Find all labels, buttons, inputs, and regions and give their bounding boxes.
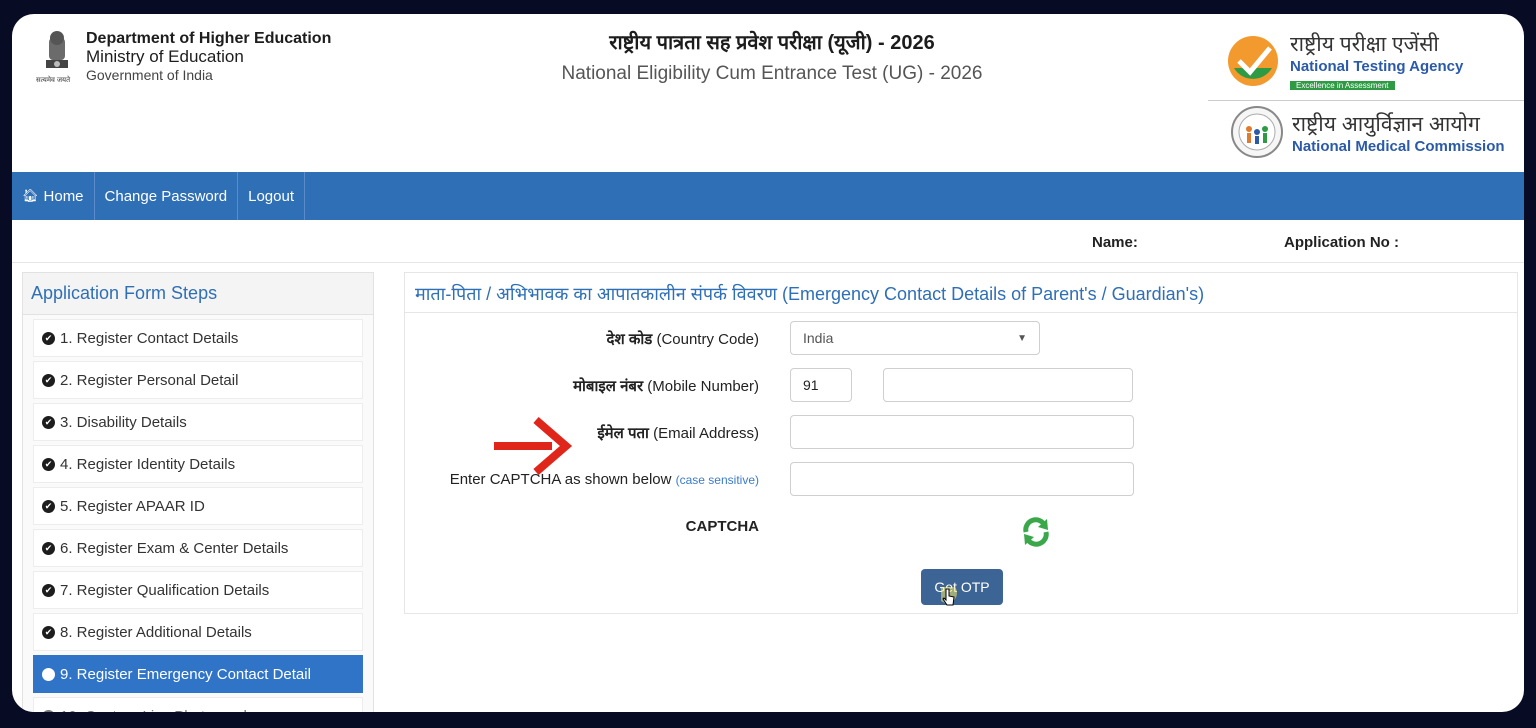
nta-logo-block: राष्ट्रीय परीक्षा एजेंसी National Testin… [1208,28,1524,94]
candidate-info-bar: Name: Application No : [12,232,1524,263]
sidebar-step-label: 8. Register Additional Details [60,623,252,641]
nta-name-english: National Testing Agency [1290,57,1464,75]
dept-name: Department of Higher Education [86,30,332,47]
nta-logo-icon [1228,36,1278,86]
nav-change-password[interactable]: Change Password [95,172,239,220]
captcha-input[interactable] [790,462,1134,496]
sidebar-step-label: 9. Register Emergency Contact Detail [60,665,311,683]
panel-title: माता-पिता / अभिभावक का आपातकालीन संपर्क … [405,273,1517,313]
sidebar-step-5[interactable]: ✔ 5. Register APAAR ID [33,487,363,525]
sidebar-step-label: 5. Register APAAR ID [60,497,205,515]
country-code-value: India [803,330,834,346]
agency-logos: राष्ट्रीय परीक्षा एजेंसी National Testin… [1208,28,1524,159]
mobile-number-input[interactable] [883,368,1133,402]
check-circle-icon: ✔ [42,625,55,639]
red-arrow-annotation [494,416,573,476]
sidebar-step-label: 4. Register Identity Details [60,455,236,473]
mobile-code-field[interactable]: 91 [790,368,852,402]
nmc-name-hindi: राष्ट्रीय आयुर्विज्ञान आयोग [1292,112,1480,136]
mobile-label: मोबाइल नंबर (Mobile Number) [573,376,759,396]
sidebar-step-9[interactable]: 9. Register Emergency Contact Detail [33,655,363,693]
sidebar-step-label: 2. Register Personal Detail [60,371,239,389]
gov-name: Government of India [86,67,213,83]
country-code-select[interactable]: India ▼ [790,321,1040,355]
pointer-cursor-icon [941,587,957,606]
mobile-label-hindi: मोबाइल नंबर [573,378,644,395]
name-label: Name: [1092,234,1138,251]
sidebar-step-3[interactable]: ✔ 3. Disability Details [33,403,363,441]
agency-divider [1208,100,1524,101]
top-navbar: 🏠︎ Home Change Password Logout [12,172,1524,220]
email-label-hindi: ईमेल पता [597,425,649,442]
country-code-label-english: (Country Code) [656,331,759,348]
exam-title-hindi: राष्ट्रीय पात्रता सह प्रवेश परीक्षा (यूज… [609,32,935,54]
country-code-label-hindi: देश कोड [606,331,653,348]
nav-logout[interactable]: Logout [238,172,305,220]
sidebar-step-label: 7. Register Qualification Details [60,581,270,599]
browser-frame: Department of Higher Education Ministry … [12,14,1524,712]
case-sensitive-note: (case sensitive) [675,473,759,487]
sidebar-step-10[interactable]: 10. Capture Live Photograph [33,697,363,712]
nmc-logo-icon [1231,106,1283,158]
check-circle-icon: ✔ [42,499,55,513]
check-circle-icon: ✔ [42,373,55,387]
get-otp-button[interactable]: Get OTP [921,569,1003,605]
nmc-name-english: National Medical Commission [1292,137,1505,155]
clock-icon [42,667,55,681]
email-label-english: (Email Address) [653,425,759,442]
sidebar-step-4[interactable]: ✔ 4. Register Identity Details [33,445,363,483]
check-circle-icon: ✔ [42,541,55,555]
clock-icon [42,709,55,712]
sidebar-step-7[interactable]: ✔ 7. Register Qualification Details [33,571,363,609]
nav-home[interactable]: 🏠︎ Home [12,172,95,220]
ministry-name: Ministry of Education [86,47,244,66]
sidebar-step-label: 1. Register Contact Details [60,329,239,347]
nta-tagline: Excellence in Assessment [1290,80,1395,90]
captcha-title: CAPTCHA [685,518,759,535]
chevron-down-icon: ▼ [1017,332,1027,344]
check-circle-icon: ✔ [42,415,55,429]
emblem-motto: सत्यमेव जयते [36,77,71,84]
sidebar-step-label: 10. Capture Live Photograph [60,708,252,713]
nmc-logo-block: राष्ट्रीय आयुर्विज्ञान आयोग National Med… [1208,105,1524,159]
exam-title: राष्ट्रीय पात्रता सह प्रवेश परीक्षा (यूज… [452,28,1092,85]
email-input[interactable] [790,415,1134,449]
application-no-label: Application No : [1284,234,1399,251]
sidebar-step-2[interactable]: ✔ 2. Register Personal Detail [33,361,363,399]
refresh-icon[interactable] [1019,515,1053,549]
exam-title-english: National Eligibility Cum Entrance Test (… [561,63,983,84]
sidebar-step-label: 6. Register Exam & Center Details [60,539,289,557]
nta-name-hindi: राष्ट्रीय परीक्षा एजेंसी [1290,32,1439,56]
steps-sidebar: Application Form Steps ✔ 1. Register Cont… [22,272,374,712]
sidebar-step-6[interactable]: ✔ 6. Register Exam & Center Details [33,529,363,567]
nav-home-label: Home [43,187,84,205]
check-circle-icon: ✔ [42,457,55,471]
sidebar-step-8[interactable]: ✔ 8. Register Additional Details [33,613,363,651]
check-circle-icon: ✔ [42,583,55,597]
steps-list: ✔ 1. Register Contact Details ✔ 2. Register… [23,315,373,712]
sidebar-step-label: 3. Disability Details [60,413,187,431]
sidebar-step-1[interactable]: ✔ 1. Register Contact Details [33,319,363,357]
sidebar-title: Application Form Steps [23,273,373,315]
country-code-label: देश कोड (Country Code) [607,329,759,349]
home-icon: 🏠︎ [22,188,39,203]
email-label: ईमेल पता (Email Address) [597,423,759,443]
mobile-label-english: (Mobile Number) [647,378,759,395]
gov-header: Department of Higher Education Ministry … [40,30,331,86]
check-circle-icon: ✔ [42,331,55,345]
